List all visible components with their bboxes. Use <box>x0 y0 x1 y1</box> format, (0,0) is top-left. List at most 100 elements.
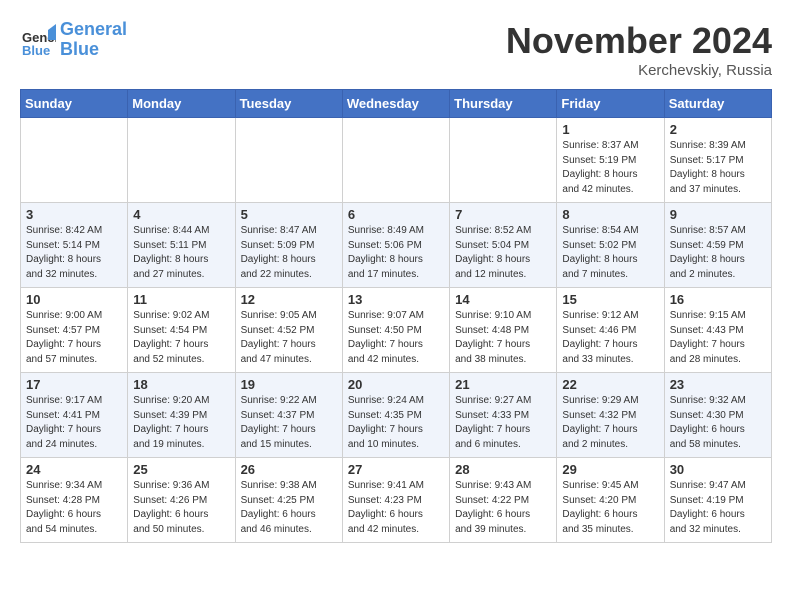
page-header: General Blue General Blue November 2024 … <box>20 20 772 79</box>
day-number: 4 <box>133 207 229 222</box>
day-info: Sunrise: 8:42 AM Sunset: 5:14 PM Dayligh… <box>26 224 122 282</box>
day-info: Sunrise: 9:27 AM Sunset: 4:33 PM Dayligh… <box>455 394 551 452</box>
day-number: 6 <box>348 207 444 222</box>
day-number: 28 <box>455 462 551 477</box>
location: Kerchevskiy, Russia <box>506 62 772 79</box>
day-info: Sunrise: 8:52 AM Sunset: 5:04 PM Dayligh… <box>455 224 551 282</box>
weekday-header-tuesday: Tuesday <box>235 90 342 118</box>
calendar-cell: 22 Sunrise: 9:29 AM Sunset: 4:32 PM Dayli… <box>557 373 664 458</box>
day-number: 15 <box>562 292 658 307</box>
day-info: Sunrise: 8:57 AM Sunset: 4:59 PM Dayligh… <box>670 224 766 282</box>
day-number: 11 <box>133 292 229 307</box>
day-info: Sunrise: 9:20 AM Sunset: 4:39 PM Dayligh… <box>133 394 229 452</box>
day-number: 29 <box>562 462 658 477</box>
day-number: 5 <box>241 207 337 222</box>
day-info: Sunrise: 8:44 AM Sunset: 5:11 PM Dayligh… <box>133 224 229 282</box>
day-number: 1 <box>562 122 658 137</box>
calendar-table: SundayMondayTuesdayWednesdayThursdayFrid… <box>20 89 772 543</box>
day-info: Sunrise: 9:22 AM Sunset: 4:37 PM Dayligh… <box>241 394 337 452</box>
calendar-week-1: 1 Sunrise: 8:37 AM Sunset: 5:19 PM Daylig… <box>21 118 772 203</box>
day-number: 17 <box>26 377 122 392</box>
day-info: Sunrise: 8:37 AM Sunset: 5:19 PM Dayligh… <box>562 139 658 197</box>
day-number: 16 <box>670 292 766 307</box>
day-number: 25 <box>133 462 229 477</box>
day-info: Sunrise: 9:12 AM Sunset: 4:46 PM Dayligh… <box>562 309 658 367</box>
day-number: 3 <box>26 207 122 222</box>
logo-text-line2: Blue <box>60 40 127 60</box>
day-info: Sunrise: 8:54 AM Sunset: 5:02 PM Dayligh… <box>562 224 658 282</box>
day-info: Sunrise: 9:45 AM Sunset: 4:20 PM Dayligh… <box>562 479 658 537</box>
calendar-cell: 29 Sunrise: 9:45 AM Sunset: 4:20 PM Dayli… <box>557 458 664 543</box>
day-info: Sunrise: 8:39 AM Sunset: 5:17 PM Dayligh… <box>670 139 766 197</box>
day-info: Sunrise: 9:00 AM Sunset: 4:57 PM Dayligh… <box>26 309 122 367</box>
day-info: Sunrise: 9:41 AM Sunset: 4:23 PM Dayligh… <box>348 479 444 537</box>
day-number: 20 <box>348 377 444 392</box>
day-info: Sunrise: 9:47 AM Sunset: 4:19 PM Dayligh… <box>670 479 766 537</box>
calendar-week-3: 10 Sunrise: 9:00 AM Sunset: 4:57 PM Dayli… <box>21 288 772 373</box>
calendar-cell: 11 Sunrise: 9:02 AM Sunset: 4:54 PM Dayli… <box>128 288 235 373</box>
calendar-cell: 19 Sunrise: 9:22 AM Sunset: 4:37 PM Dayli… <box>235 373 342 458</box>
calendar-cell: 27 Sunrise: 9:41 AM Sunset: 4:23 PM Dayli… <box>342 458 449 543</box>
logo: General Blue General Blue <box>20 20 127 60</box>
calendar-cell: 18 Sunrise: 9:20 AM Sunset: 4:39 PM Dayli… <box>128 373 235 458</box>
calendar-cell: 1 Sunrise: 8:37 AM Sunset: 5:19 PM Daylig… <box>557 118 664 203</box>
day-info: Sunrise: 9:38 AM Sunset: 4:25 PM Dayligh… <box>241 479 337 537</box>
day-info: Sunrise: 9:24 AM Sunset: 4:35 PM Dayligh… <box>348 394 444 452</box>
weekday-header-monday: Monday <box>128 90 235 118</box>
day-info: Sunrise: 9:43 AM Sunset: 4:22 PM Dayligh… <box>455 479 551 537</box>
calendar-cell: 20 Sunrise: 9:24 AM Sunset: 4:35 PM Dayli… <box>342 373 449 458</box>
month-title: November 2024 <box>506 20 772 62</box>
day-info: Sunrise: 9:10 AM Sunset: 4:48 PM Dayligh… <box>455 309 551 367</box>
calendar-cell: 15 Sunrise: 9:12 AM Sunset: 4:46 PM Dayli… <box>557 288 664 373</box>
title-block: November 2024 Kerchevskiy, Russia <box>506 20 772 79</box>
calendar-cell: 28 Sunrise: 9:43 AM Sunset: 4:22 PM Dayli… <box>450 458 557 543</box>
calendar-cell: 9 Sunrise: 8:57 AM Sunset: 4:59 PM Daylig… <box>664 203 771 288</box>
weekday-header-wednesday: Wednesday <box>342 90 449 118</box>
day-number: 9 <box>670 207 766 222</box>
calendar-cell: 13 Sunrise: 9:07 AM Sunset: 4:50 PM Dayli… <box>342 288 449 373</box>
day-info: Sunrise: 9:02 AM Sunset: 4:54 PM Dayligh… <box>133 309 229 367</box>
calendar-cell: 5 Sunrise: 8:47 AM Sunset: 5:09 PM Daylig… <box>235 203 342 288</box>
calendar-cell: 14Sunrise: 9:10 AM Sunset: 4:48 PM Dayli… <box>450 288 557 373</box>
day-number: 18 <box>133 377 229 392</box>
weekday-header-sunday: Sunday <box>21 90 128 118</box>
day-info: Sunrise: 9:15 AM Sunset: 4:43 PM Dayligh… <box>670 309 766 367</box>
calendar-cell: 21Sunrise: 9:27 AM Sunset: 4:33 PM Dayli… <box>450 373 557 458</box>
day-info: Sunrise: 9:29 AM Sunset: 4:32 PM Dayligh… <box>562 394 658 452</box>
calendar-cell: 6 Sunrise: 8:49 AM Sunset: 5:06 PM Daylig… <box>342 203 449 288</box>
weekday-header-thursday: Thursday <box>450 90 557 118</box>
calendar-cell: 10 Sunrise: 9:00 AM Sunset: 4:57 PM Dayli… <box>21 288 128 373</box>
day-number: 19 <box>241 377 337 392</box>
day-info: Sunrise: 9:34 AM Sunset: 4:28 PM Dayligh… <box>26 479 122 537</box>
calendar-cell <box>21 118 128 203</box>
day-info: Sunrise: 8:47 AM Sunset: 5:09 PM Dayligh… <box>241 224 337 282</box>
calendar-cell <box>235 118 342 203</box>
day-number: 12 <box>241 292 337 307</box>
calendar-cell: 25Sunrise: 9:36 AM Sunset: 4:26 PM Dayli… <box>128 458 235 543</box>
day-number: 24 <box>26 462 122 477</box>
day-info: Sunrise: 9:05 AM Sunset: 4:52 PM Dayligh… <box>241 309 337 367</box>
weekday-header-row: SundayMondayTuesdayWednesdayThursdayFrid… <box>21 90 772 118</box>
calendar-cell <box>342 118 449 203</box>
logo-icon: General Blue <box>20 22 56 58</box>
calendar-cell: 7 Sunrise: 8:52 AM Sunset: 5:04 PM Daylig… <box>450 203 557 288</box>
day-number: 13 <box>348 292 444 307</box>
day-number: 2 <box>670 122 766 137</box>
calendar-cell: 2 Sunrise: 8:39 AM Sunset: 5:17 PM Daylig… <box>664 118 771 203</box>
logo-text-line1: General <box>60 20 127 40</box>
day-info: Sunrise: 9:17 AM Sunset: 4:41 PM Dayligh… <box>26 394 122 452</box>
day-number: 27 <box>348 462 444 477</box>
calendar-cell: 12 Sunrise: 9:05 AM Sunset: 4:52 PM Dayli… <box>235 288 342 373</box>
calendar-week-4: 17 Sunrise: 9:17 AM Sunset: 4:41 PM Dayli… <box>21 373 772 458</box>
weekday-header-saturday: Saturday <box>664 90 771 118</box>
day-number: 7 <box>455 207 551 222</box>
day-info: Sunrise: 9:07 AM Sunset: 4:50 PM Dayligh… <box>348 309 444 367</box>
weekday-header-friday: Friday <box>557 90 664 118</box>
day-info: Sunrise: 8:49 AM Sunset: 5:06 PM Dayligh… <box>348 224 444 282</box>
day-number: 26 <box>241 462 337 477</box>
calendar-cell: 16 Sunrise: 9:15 AM Sunset: 4:43 PM Dayli… <box>664 288 771 373</box>
day-number: 22 <box>562 377 658 392</box>
day-number: 10 <box>26 292 122 307</box>
calendar-cell: 23Sunrise: 9:32 AM Sunset: 4:30 PM Dayli… <box>664 373 771 458</box>
calendar-cell: 26 Sunrise: 9:38 AM Sunset: 4:25 PM Dayli… <box>235 458 342 543</box>
